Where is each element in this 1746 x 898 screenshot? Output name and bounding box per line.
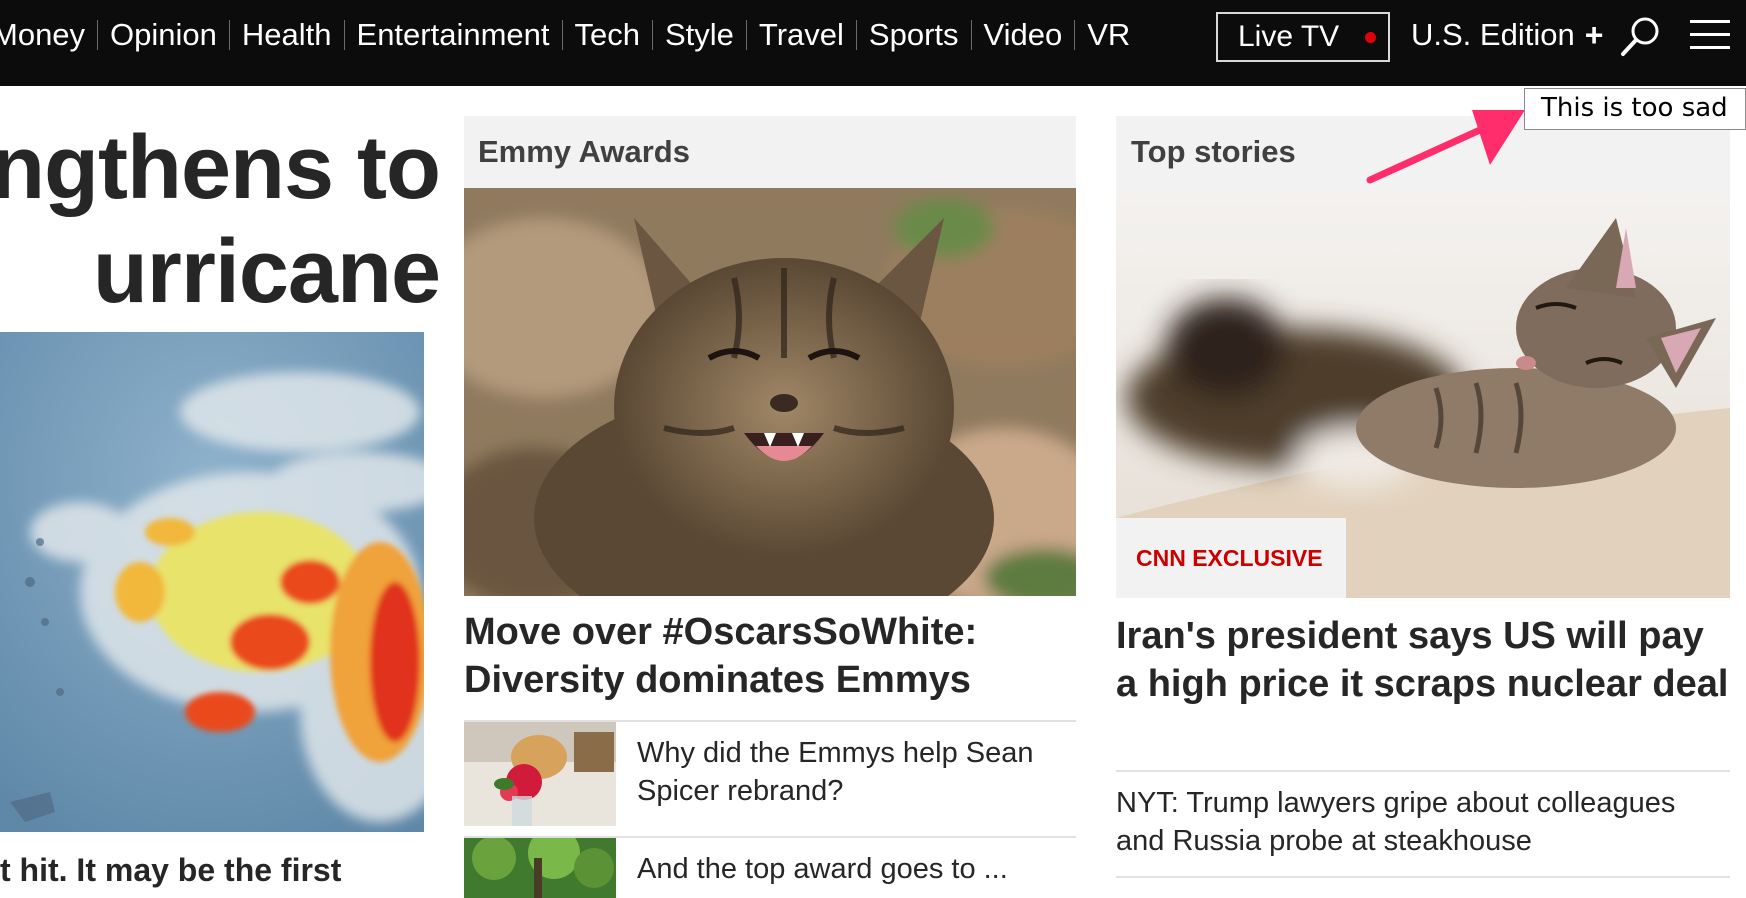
- search-button[interactable]: [1618, 14, 1664, 60]
- search-icon: [1621, 17, 1659, 56]
- edition-label: U.S. Edition: [1411, 17, 1575, 52]
- cat-flowers-thumbnail: [464, 722, 616, 826]
- nav-separator: [855, 20, 857, 50]
- divider: [1116, 770, 1730, 772]
- divider: [1116, 876, 1730, 878]
- nav-item-tech[interactable]: Tech: [575, 16, 640, 54]
- menu-line: [1690, 46, 1730, 49]
- nav-separator: [97, 20, 99, 50]
- emmy-headline[interactable]: Move over #OscarsSoWhite: Diversity domi…: [464, 608, 1076, 704]
- emmy-story-item[interactable]: Why did the Emmys help Sean Spicer rebra…: [464, 722, 1076, 826]
- hamburger-menu-button[interactable]: [1690, 20, 1730, 52]
- zone-title-emmy-awards[interactable]: Emmy Awards: [464, 116, 1076, 188]
- annotation-arrow-icon: [1366, 110, 1525, 184]
- lead-headline-line: urricane: [92, 222, 440, 322]
- kitten-photo: [464, 188, 1076, 596]
- lead-headline-line: ngthens to: [0, 118, 440, 218]
- nav-item-vr[interactable]: VR: [1087, 16, 1130, 54]
- live-tv-label: Live TV: [1238, 20, 1340, 53]
- nav-separator: [652, 20, 653, 50]
- nav-item-video[interactable]: Video: [984, 16, 1063, 54]
- emmy-kitten-image[interactable]: [464, 188, 1076, 596]
- emmy-story-item[interactable]: And the top award goes to ...: [464, 838, 1076, 898]
- top-navigation-bar: Money Opinion Health Entertainment Tech …: [0, 0, 1746, 86]
- nav-separator: [343, 20, 345, 50]
- story-text: And the top award goes to ...: [637, 853, 1008, 885]
- nav-menu: Money Opinion Health Entertainment Tech …: [0, 16, 1130, 54]
- nav-separator: [228, 20, 230, 50]
- cnn-exclusive-badge: CNN EXCLUSIVE: [1116, 518, 1346, 598]
- lead-headline[interactable]: ngthens to urricane: [0, 116, 440, 324]
- nav-item-entertainment[interactable]: Entertainment: [357, 16, 550, 54]
- story-thumbnail: [464, 838, 616, 898]
- hurricane-radar-image[interactable]: [0, 332, 424, 832]
- edition-plus-icon: +: [1584, 17, 1604, 53]
- lead-story-caption[interactable]: t hit. It may be the first: [0, 852, 424, 889]
- menu-line: [1690, 33, 1730, 36]
- story-thumbnail: [464, 722, 616, 826]
- nav-separator: [745, 20, 747, 50]
- story-text: Why did the Emmys help Sean Spicer rebra…: [637, 737, 1034, 807]
- nav-item-sports[interactable]: Sports: [869, 16, 959, 54]
- nav-item-health[interactable]: Health: [242, 16, 332, 54]
- top-story-list-item[interactable]: NYT: Trump lawyers gripe about colleague…: [1116, 784, 1730, 860]
- live-tv-button[interactable]: Live TV: [1216, 12, 1390, 62]
- nav-separator: [1074, 20, 1076, 50]
- live-indicator-icon: [1365, 31, 1377, 43]
- nav-item-travel[interactable]: Travel: [759, 16, 844, 54]
- nav-separator: [970, 20, 972, 50]
- top-story-headline[interactable]: Iran's president says US will pay a high…: [1116, 612, 1730, 708]
- nav-item-money[interactable]: Money: [0, 16, 85, 54]
- annotation-note: This is too sad: [1524, 88, 1746, 130]
- nav-item-style[interactable]: Style: [665, 16, 734, 54]
- radar-map-graphic: [0, 332, 424, 832]
- edition-selector[interactable]: U.S. Edition +: [1411, 16, 1603, 54]
- nav-item-opinion[interactable]: Opinion: [110, 16, 217, 54]
- menu-line: [1690, 20, 1730, 23]
- tree-thumbnail: [464, 838, 616, 898]
- nav-separator: [561, 20, 563, 50]
